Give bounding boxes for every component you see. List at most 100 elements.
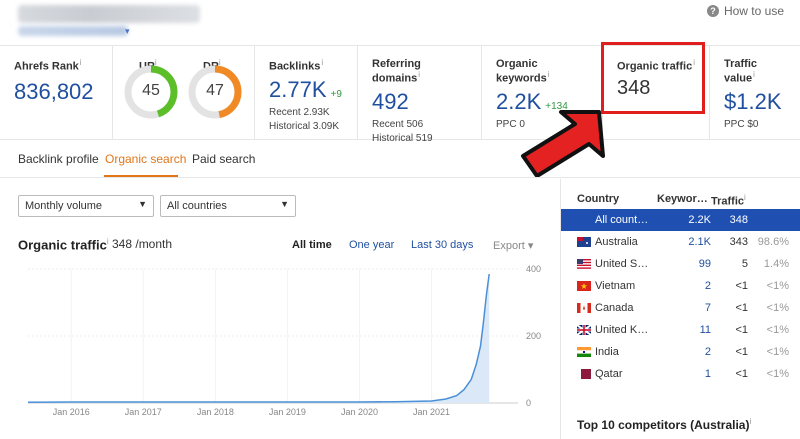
country-row[interactable]: Canada 7 <1 <1% [561,297,800,319]
ahrefs-rank-value: 836,802 [14,78,94,104]
country-traffic: <1 [735,302,748,314]
metric-ratings: URi 45 DRi 47 [113,46,255,140]
traffic-panel: Monthly volume ▼ All countries ▼ Organic… [0,179,560,439]
backlinks-historical: Historical 3.09K [269,120,340,132]
how-to-use-label: How to use [723,4,784,18]
blurred-site-title [18,5,200,23]
info-icon[interactable]: i [80,58,82,67]
country-row[interactable]: United K… 11 <1 <1% [561,319,800,341]
info-icon[interactable]: i [418,70,420,79]
annotation-highlight-box [601,42,705,114]
country-traffic-share: <1% [766,346,789,358]
range-last-30-days[interactable]: Last 30 days [411,239,473,251]
country-traffic: <1 [735,346,748,358]
help-icon: ? [706,5,719,17]
flag-in-icon [577,347,591,357]
traffic-column-header[interactable]: Traffic [711,196,744,208]
country-keywords[interactable]: 2.1K [651,236,711,248]
country-traffic-share: 1.4% [763,258,789,270]
chevron-down-icon[interactable]: ▾ [125,26,130,37]
flag-ca-icon [577,303,591,313]
country-name: United K… [595,324,649,336]
traffic-value-value[interactable]: $1.2K [724,89,790,115]
chevron-down-icon: ▼ [138,199,147,209]
country-name: All count… [595,214,649,226]
backlinks-delta: +9 [330,88,342,100]
traffic-area [28,274,490,403]
country-name: Vietnam [595,280,636,292]
range-all-time[interactable]: All time [292,239,332,251]
country-traffic: 343 [729,236,748,248]
country-column-header[interactable]: Country [577,193,619,205]
blurred-site-url [18,26,128,36]
active-tab-indicator [104,175,178,177]
y-tick-label: 200 [526,331,541,341]
countries-panel: Country Keywor… Traffici All count… 2.2K 3… [560,179,800,439]
chevron-down-icon: ▼ [280,199,289,209]
country-traffic-share: <1% [766,368,789,380]
country-traffic: 5 [741,258,748,270]
flag-au-icon [577,237,591,247]
referring-domains-value[interactable]: 492 [372,89,471,115]
country-name: Australia [595,236,638,248]
info-icon[interactable]: i [753,70,755,79]
country-keywords[interactable]: 2 [651,346,711,358]
country-traffic-share: <1% [766,324,789,336]
country-row[interactable]: Vietnam 2 <1 <1% [561,275,800,297]
country-traffic: <1 [735,280,748,292]
export-button[interactable]: Export ▾ [493,239,533,252]
backlinks-label: Backlinks [269,60,321,73]
country-select-value: All countries [167,200,227,212]
x-tick-label: Jan 2017 [125,407,162,417]
country-keywords[interactable]: 11 [651,324,711,336]
country-name: India [595,346,619,358]
info-icon[interactable]: i [749,417,751,426]
referring-domains-label: Referring domains [372,58,421,85]
volume-select-value: Monthly volume [25,200,103,212]
country-traffic: <1 [735,368,748,380]
range-one-year[interactable]: One year [349,239,394,251]
organic-traffic-title: Organic traffic [18,237,107,253]
info-icon[interactable]: i [548,70,550,79]
how-to-use-link[interactable]: ? How to use [706,4,784,18]
country-traffic-share: 98.6% [757,236,789,248]
ur-value: 45 [142,82,160,99]
metric-referring-domains: Referring domainsi 492 Recent 506 Histor… [358,46,482,144]
info-icon[interactable]: i [744,193,746,202]
tab-organic-search[interactable]: Organic search [105,152,186,166]
ahrefs-rank-label: Ahrefs Rank [14,60,79,73]
country-row[interactable]: United S… 99 5 1.4% [561,253,800,275]
metric-backlinks: Backlinksi 2.77K +9 Recent 2.93K Historic… [255,46,358,140]
country-keywords[interactable]: 1 [651,368,711,380]
traffic-line [27,273,490,404]
country-keywords[interactable]: 7 [651,302,711,314]
country-traffic: <1 [735,324,748,336]
backlinks-recent: Recent 2.93K [269,106,330,118]
tab-paid-search[interactable]: Paid search [192,152,255,166]
dr-value: 47 [206,82,224,99]
volume-select[interactable]: Monthly volume ▼ [18,195,154,217]
country-row[interactable]: All count… 2.2K 348 [561,209,800,231]
info-icon[interactable]: i [107,237,109,246]
country-row[interactable]: India 2 <1 <1% [561,341,800,363]
country-keywords[interactable]: 99 [651,258,711,270]
x-tick-label: Jan 2016 [53,407,90,417]
keywords-column-header[interactable]: Keywor… [657,193,708,205]
backlinks-value[interactable]: 2.77K [269,77,327,102]
country-keywords[interactable]: 2.2K [651,214,711,226]
x-tick-label: Jan 2020 [341,407,378,417]
country-keywords[interactable]: 2 [651,280,711,292]
info-icon[interactable]: i [321,58,323,67]
country-traffic-share: <1% [766,302,789,314]
country-row[interactable]: Qatar 1 <1 <1% [561,363,800,385]
flag-us-icon [577,259,591,269]
competitors-title: Top 10 competitors (Australia) [577,418,750,432]
country-select[interactable]: All countries ▼ [160,195,296,217]
country-row[interactable]: Australia 2.1K 343 98.6% [561,231,800,253]
top-bar: ▾ ? How to use [0,0,800,46]
tab-backlink-profile[interactable]: Backlink profile [18,152,99,166]
country-name: Qatar [595,368,623,380]
y-tick-label: 0 [526,398,531,408]
flag-vn-icon [577,281,591,291]
country-name: Canada [595,302,634,314]
